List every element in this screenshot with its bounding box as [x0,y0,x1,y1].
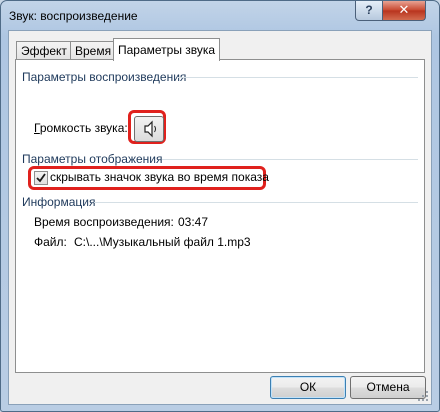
hide-icon-label[interactable]: скрывать значок звука во время показа [50,170,269,184]
tab-sound-settings[interactable]: Параметры звука [113,38,221,61]
section-title-display: Параметры отображения [22,152,163,166]
dialog-window: Звук: воспроизведение ? ✕ Эффект Время П… [0,0,440,412]
volume-button[interactable] [134,116,164,142]
checkmark-icon [36,173,46,183]
duration-label: Время воспроизведения: [34,215,174,229]
window-title: Звук: воспроизведение [9,9,138,23]
section-divider [178,77,418,78]
volume-label: Громкость звука: [34,121,128,135]
duration-value: 03:47 [178,215,209,229]
section-divider [94,202,418,203]
close-button[interactable]: ✕ [382,1,426,21]
speaker-icon [144,120,156,138]
help-button[interactable]: ? [355,1,383,21]
tab-panel-sound-settings: Параметры воспроизведения Громкость звук… [15,59,425,373]
resize-grip-icon[interactable] [417,390,429,402]
hide-icon-checkbox[interactable] [34,171,48,185]
volume-label-rest: ромкость звука: [39,121,128,135]
tab-effect[interactable]: Эффект [16,41,72,60]
dialog-client-area: Эффект Время Параметры звука Параметры в… [8,30,432,405]
title-bar[interactable]: Звук: воспроизведение ? ✕ [1,1,439,31]
section-title-playback: Параметры воспроизведения [22,70,187,84]
file-path-value: C:\...\Музыкальный файл 1.mp3 [74,235,251,249]
section-title-info: Информация [22,195,96,209]
ok-button[interactable]: ОК [270,376,346,399]
file-label: Файл: [34,235,67,249]
cancel-button[interactable]: Отмена [350,376,426,399]
tab-timing[interactable]: Время [70,41,117,60]
section-divider [162,159,418,160]
